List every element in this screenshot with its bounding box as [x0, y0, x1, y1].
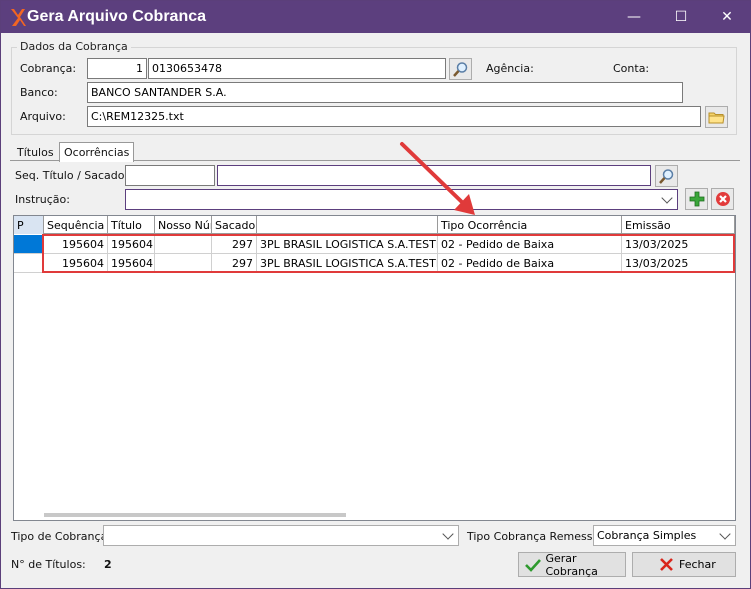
cobranca-label: Cobrança:: [20, 62, 77, 75]
plus-icon: [689, 191, 704, 207]
horizontal-scrollbar[interactable]: [44, 513, 346, 517]
tab-titulos[interactable]: Títulos: [13, 145, 58, 161]
tipo-cobranca-label: Tipo de Cobrança:: [11, 530, 112, 543]
num-titulos-value: 2: [104, 558, 112, 571]
close-x-icon: [657, 556, 675, 574]
cobranca-search-button[interactable]: [449, 58, 472, 80]
row-indicator: [14, 254, 44, 273]
checkmark-icon: [525, 556, 542, 574]
tipo-cobranca-combo[interactable]: [103, 525, 459, 546]
col-header-emissao[interactable]: Emissão: [622, 216, 735, 234]
tab-ocorrencias[interactable]: Ocorrências: [59, 142, 135, 162]
col-header-p[interactable]: P: [14, 216, 44, 234]
chevron-down-icon: [661, 192, 673, 204]
chevron-down-icon: [719, 528, 731, 540]
annotation-highlight-box: [42, 234, 735, 273]
folder-icon: [708, 112, 725, 123]
dados-cobranca-label: Dados da Cobrança: [17, 40, 131, 53]
seq-search-button[interactable]: [655, 165, 678, 187]
window-title: Gera Arquivo Cobranca: [27, 8, 207, 25]
magnifier-icon: [453, 61, 468, 77]
remove-instrucao-button[interactable]: [711, 188, 734, 210]
banco-field[interactable]: BANCO SANTANDER S.A.: [87, 82, 683, 103]
close-button[interactable]: ✕: [704, 1, 750, 33]
magnifier-icon: [659, 168, 674, 184]
col-header-sequencia[interactable]: Sequência: [44, 216, 108, 234]
gera-arquivo-window: Gera Arquivo Cobranca — ☐ ✕ Dados da Cob…: [0, 0, 751, 589]
cobranca-number-field[interactable]: 0130653478: [148, 58, 446, 79]
app-logo-icon: [11, 9, 26, 26]
tipo-remessa-value: Cobrança Simples: [597, 529, 697, 542]
cobranca-code-field[interactable]: 1: [87, 58, 147, 79]
seq-titulo-field[interactable]: [125, 165, 215, 186]
arquivo-label: Arquivo:: [20, 110, 66, 123]
conta-label: Conta:: [613, 62, 650, 75]
grid-header: P Sequência Título Nosso Núr Sacado Tipo…: [14, 216, 735, 234]
fechar-button[interactable]: Fechar: [632, 552, 736, 577]
arquivo-browse-button[interactable]: [705, 106, 728, 128]
delete-x-icon: [715, 192, 730, 206]
maximize-button[interactable]: ☐: [658, 1, 704, 33]
instrucao-label: Instrução:: [15, 193, 70, 206]
chevron-down-icon: [442, 528, 454, 540]
fechar-label: Fechar: [679, 558, 716, 571]
col-header-sacado[interactable]: Sacado: [212, 216, 257, 234]
arquivo-field[interactable]: C:\REM12325.txt: [87, 106, 701, 127]
annotation-arrow-icon: [400, 142, 475, 215]
tipo-remessa-label: Tipo Cobrança Remessa:: [467, 530, 603, 543]
gerar-cobranca-label: Gerar Cobrança: [545, 551, 598, 578]
seq-titulo-label: Seq. Título / Sacado:: [15, 169, 129, 182]
tipo-remessa-combo[interactable]: Cobrança Simples: [593, 525, 736, 546]
col-header-titulo[interactable]: Título: [108, 216, 155, 234]
row-indicator: [14, 235, 44, 254]
add-instrucao-button[interactable]: [685, 188, 708, 210]
banco-label: Banco:: [20, 86, 58, 99]
agencia-label: Agência:: [486, 62, 534, 75]
gerar-cobranca-button[interactable]: Gerar Cobrança: [518, 551, 626, 578]
title-bar: Gera Arquivo Cobranca — ☐ ✕: [1, 1, 750, 33]
minimize-button[interactable]: —: [611, 1, 657, 33]
col-header-nosso-numero[interactable]: Nosso Núr: [155, 216, 212, 234]
num-titulos-label: N° de Títulos:: [11, 558, 86, 571]
